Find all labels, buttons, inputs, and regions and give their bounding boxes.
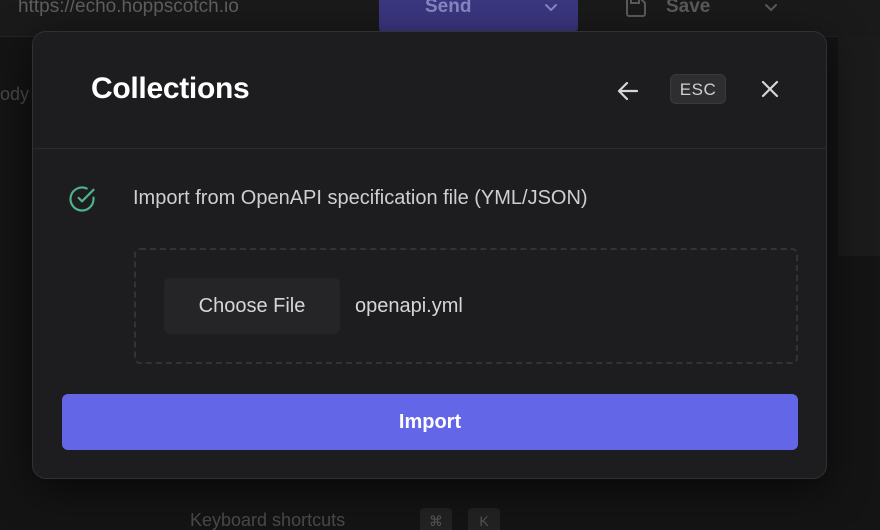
shortcut-key-k: K [468,508,500,530]
url-input[interactable]: https://echo.hoppscotch.io [18,0,239,18]
body-tab[interactable]: ody [0,84,29,105]
chevron-down-icon[interactable] [544,1,558,15]
modal-title: Collections [91,72,250,105]
file-dropzone[interactable]: Choose File openapi.yml [134,248,798,364]
shortcut-key-cmd: ⌘ [420,508,452,530]
back-arrow-icon[interactable] [611,76,645,106]
save-button-label: Save [666,0,711,17]
collections-modal: Collections ESC Import from OpenAPI spec… [32,31,827,479]
send-button[interactable]: Send [379,0,578,32]
keyboard-shortcuts-label: Keyboard shortcuts [190,510,346,530]
right-panel [838,36,880,256]
send-button-label: Send [425,0,472,17]
choose-file-button[interactable]: Choose File [164,278,340,334]
esc-shortcut-badge: ESC [670,74,726,104]
save-button[interactable]: Save [602,0,802,32]
check-circle-icon [69,186,95,212]
import-step-label: Import from OpenAPI specification file (… [133,187,588,209]
selected-file-name: openapi.yml [355,295,463,317]
modal-header: Collections ESC [33,32,826,149]
chevron-down-icon[interactable] [764,1,778,15]
close-icon[interactable] [755,74,785,104]
import-button[interactable]: Import [62,394,798,450]
app-root: https://echo.hoppscotch.io Send Save ody… [0,0,880,530]
save-icon [626,0,646,17]
